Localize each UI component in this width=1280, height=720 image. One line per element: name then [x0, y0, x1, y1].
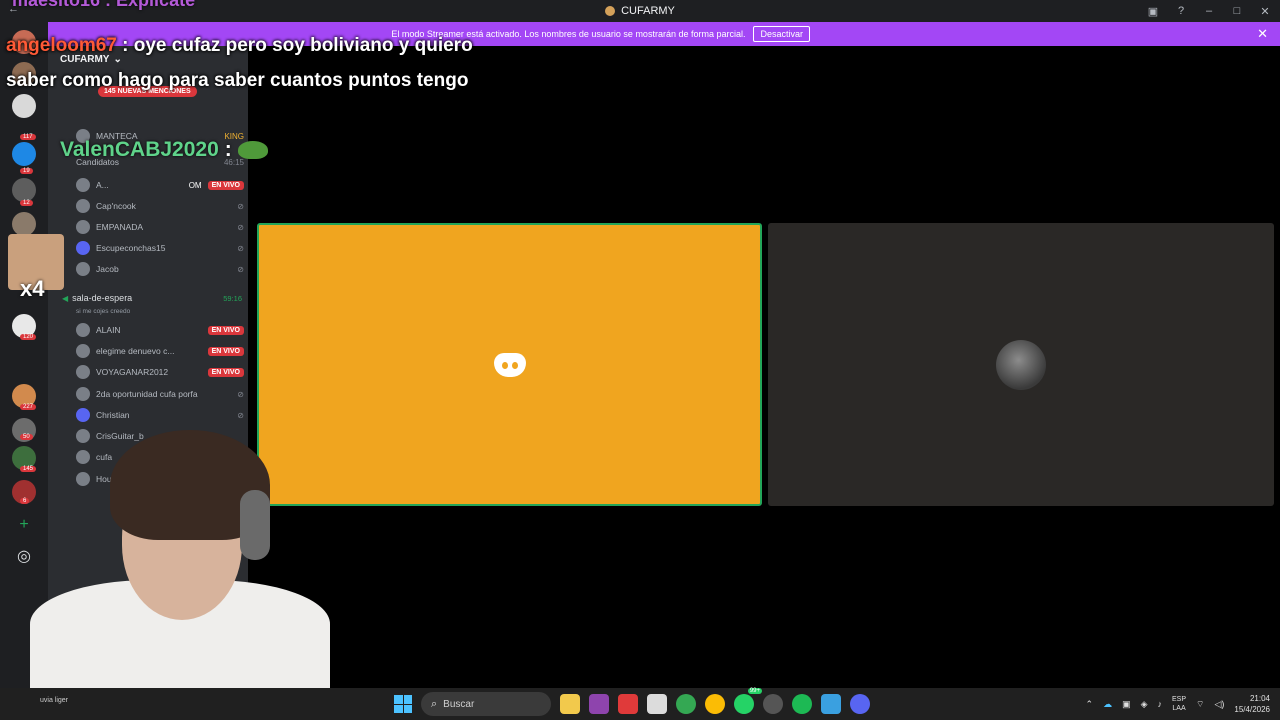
chat-message: ValenCABJ2020 :: [60, 138, 268, 162]
live-badge: EN VIVO: [207, 367, 244, 377]
avatar: [76, 178, 90, 192]
spotify-icon[interactable]: [792, 694, 812, 714]
close-window-button[interactable]: ✕: [1258, 5, 1272, 18]
pepe-emote-icon: [237, 141, 268, 159]
deactivate-button[interactable]: Desactivar: [753, 26, 810, 42]
live-badge: EN VIVO: [207, 346, 244, 356]
chrome-icon[interactable]: [676, 694, 696, 714]
app-icon[interactable]: [763, 694, 783, 714]
volume-icon[interactable]: ◁): [1214, 699, 1224, 710]
clock[interactable]: 21:04 15/4/2026: [1234, 693, 1270, 715]
voice-user[interactable]: A... OM EN VIVO: [76, 175, 244, 195]
speaker-icon: ◀: [62, 293, 69, 303]
streamer-facecam: [10, 430, 340, 690]
window-title: CUFARMY: [605, 5, 675, 17]
avatar: [76, 344, 90, 358]
voice-user[interactable]: Cap'ncook ⊘: [76, 196, 244, 216]
live-badge: EN VIVO: [207, 325, 244, 335]
close-banner-icon[interactable]: ✕: [1257, 26, 1268, 42]
headset-icon: [240, 490, 270, 560]
deafened-icon: ⊘: [237, 389, 244, 399]
chat-message: angeloom67 : oye cufaz pero soy bolivian…: [6, 28, 486, 98]
avatar: [76, 241, 90, 255]
wifi-icon[interactable]: ⌔: [1196, 699, 1204, 710]
windows-taskbar: uvia liger ⌕ Buscar 99+ ⌃ ☁ ▣ ◈ ♪ ESP LA…: [0, 688, 1280, 720]
help-icon[interactable]: ?: [1174, 5, 1188, 17]
unread-badge: 227: [20, 404, 37, 410]
unread-badge: 120: [20, 334, 37, 340]
unread-badge: 117: [20, 134, 36, 140]
user-avatar: [996, 339, 1046, 390]
whatsapp-icon[interactable]: 99+: [734, 688, 762, 714]
inbox-icon[interactable]: ▣: [1146, 5, 1160, 18]
avatar: [76, 365, 90, 379]
video-tile[interactable]: [768, 223, 1274, 506]
windows-start-icon[interactable]: [394, 695, 412, 713]
avatar: [76, 199, 90, 213]
maximize-button[interactable]: □: [1230, 5, 1244, 17]
chat-username: ValenCABJ2020: [60, 138, 219, 161]
server-avatar[interactable]: [12, 212, 36, 236]
copilot-icon[interactable]: [589, 694, 609, 714]
file-explorer-icon[interactable]: [560, 694, 580, 714]
app-icon[interactable]: [618, 694, 638, 714]
notepad-icon[interactable]: [821, 694, 841, 714]
voice-user[interactable]: 2da oportunidad cufa porfa ⊘: [76, 384, 244, 404]
emote-multiplier: x4: [20, 276, 45, 301]
voice-user[interactable]: Escupeconchas15 ⊘: [76, 238, 244, 258]
voice-user[interactable]: VOYAGANAR2012 EN VIVO: [76, 362, 244, 382]
notification-badge: 99+: [747, 688, 762, 694]
deafened-icon: ⊘: [237, 264, 244, 274]
search-icon: ⌕: [431, 697, 438, 710]
store-icon[interactable]: [647, 694, 667, 714]
voice-user[interactable]: ALAIN EN VIVO: [76, 320, 244, 340]
unread-badge: 12: [20, 200, 33, 206]
taskbar-apps: ⌕ Buscar 99+: [394, 688, 870, 716]
minimize-button[interactable]: –: [1202, 5, 1216, 17]
discord-logo-icon: [493, 352, 526, 377]
system-tray: ⌃ ☁ ▣ ◈ ♪ ESP LAA ⌔ ◁) 21:04 15/4/2026: [1086, 688, 1270, 720]
live-badge: EN VIVO: [207, 180, 244, 190]
avatar: [76, 323, 90, 337]
server-avatar[interactable]: [12, 142, 36, 166]
voice-user[interactable]: Christian ⊘: [76, 405, 244, 425]
chat-username: angeloom67: [6, 35, 117, 56]
language-indicator[interactable]: ESP LAA: [1172, 695, 1186, 713]
unread-badge: 19: [20, 168, 33, 174]
avatar: [76, 387, 90, 401]
voice-user[interactable]: elegime denuevo c... EN VIVO: [76, 341, 244, 361]
deafened-icon: ⊘: [237, 243, 244, 253]
discord-icon[interactable]: [850, 694, 870, 714]
chevron-up-icon[interactable]: ⌃: [1086, 699, 1094, 710]
window-controls: ▣ ? – □ ✕: [1146, 0, 1272, 22]
deafened-icon: ⊘: [237, 222, 244, 232]
voice-user[interactable]: EMPANADA ⊘: [76, 217, 244, 237]
server-icon: [605, 6, 616, 16]
deafened-icon: ⊘: [237, 201, 244, 211]
chrome-icon[interactable]: [705, 694, 725, 714]
chat-message-top: maesito16 : Explicate: [12, 0, 196, 10]
voice-channel-sala[interactable]: ◀ sala-de-espera 59:16: [62, 290, 242, 306]
server-avatar[interactable]: [12, 178, 36, 202]
avatar: [76, 220, 90, 234]
taskbar-search[interactable]: ⌕ Buscar: [421, 692, 551, 716]
avatar: [76, 408, 90, 422]
voice-user[interactable]: Jacob ⊘: [76, 259, 244, 279]
channel-status: si me cojes creedo: [76, 308, 131, 315]
onedrive-icon[interactable]: ☁: [1103, 699, 1112, 710]
tray-app-icon[interactable]: ◈: [1141, 699, 1148, 710]
avatar: [76, 262, 90, 276]
tray-app-icon[interactable]: ▣: [1122, 699, 1131, 710]
deafened-icon: ⊘: [237, 410, 244, 420]
weather-widget[interactable]: uvia liger: [40, 696, 68, 705]
microphone-icon[interactable]: ♪: [1158, 699, 1163, 709]
